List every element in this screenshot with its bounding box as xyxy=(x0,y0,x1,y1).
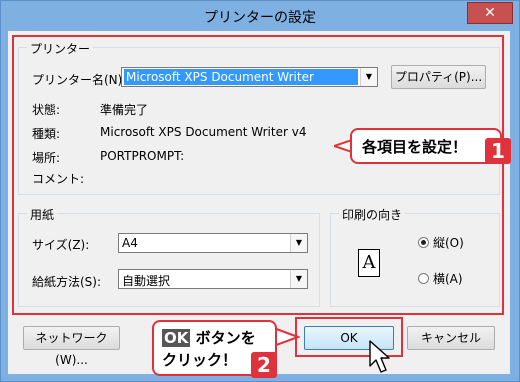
callout-set-items: 各項目を設定！ xyxy=(350,128,502,164)
mouse-cursor-icon xyxy=(369,340,390,373)
callout2-line2: クリック！ xyxy=(162,351,238,369)
step-badge-1: 1 xyxy=(485,138,511,164)
cancel-button[interactable]: キャンセル xyxy=(407,326,495,350)
network-button[interactable]: ネットワーク(W)... xyxy=(23,326,120,367)
dialog-title: プリンターの設定 xyxy=(204,10,316,26)
settings-highlight-box xyxy=(12,35,504,315)
callout1-text: 各項目を設定！ xyxy=(362,138,468,156)
callout2-line1-rest: ボタンを xyxy=(190,329,256,347)
callout2-line1: OK ボタンを xyxy=(162,327,256,348)
title-bar[interactable]: プリンターの設定 ✕ xyxy=(1,1,519,31)
step-badge-2: 2 xyxy=(251,352,277,378)
close-button[interactable]: ✕ xyxy=(467,2,513,24)
callout2-ok-chip: OK xyxy=(162,329,191,347)
